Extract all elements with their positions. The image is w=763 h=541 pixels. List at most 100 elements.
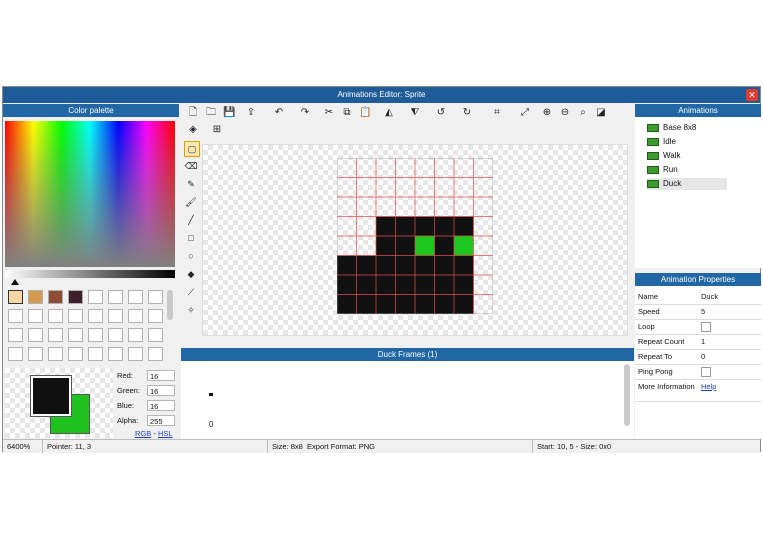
- black-pixel[interactable]: [395, 275, 416, 295]
- black-pixel[interactable]: [376, 275, 396, 295]
- black-pixel[interactable]: [376, 216, 396, 237]
- frame-thumbnail[interactable]: [209, 393, 213, 396]
- palette-swatch[interactable]: [48, 309, 63, 323]
- green-pixel[interactable]: [415, 236, 435, 256]
- palette-swatch[interactable]: [68, 290, 83, 304]
- eraser-tool-icon[interactable]: ⌫: [184, 159, 198, 173]
- slider-marker-icon[interactable]: [11, 279, 19, 285]
- palette-swatch[interactable]: [128, 309, 143, 323]
- palette-swatch[interactable]: [108, 309, 123, 323]
- palette-swatch[interactable]: [108, 347, 123, 361]
- hsl-link[interactable]: HSL: [158, 429, 173, 438]
- zoom-actual-icon[interactable]: ◪: [595, 107, 607, 119]
- green-input[interactable]: 16: [147, 385, 175, 396]
- sprite-pixel-grid[interactable]: [337, 158, 493, 314]
- ellipse-tool-icon[interactable]: ○: [184, 249, 198, 263]
- property-checkbox[interactable]: [701, 367, 711, 377]
- grid-icon[interactable]: ⊞: [211, 124, 223, 136]
- black-pixel[interactable]: [337, 294, 357, 315]
- green-pixel[interactable]: [454, 236, 474, 256]
- black-pixel[interactable]: [415, 255, 435, 276]
- zoom-in-icon[interactable]: ⊕: [541, 107, 553, 119]
- palette-swatch[interactable]: [28, 290, 43, 304]
- palette-swatch[interactable]: [28, 309, 43, 323]
- save-icon[interactable]: 💾: [223, 107, 235, 119]
- black-pixel[interactable]: [356, 294, 377, 315]
- palette-swatch[interactable]: [148, 309, 163, 323]
- animation-item[interactable]: Run: [647, 164, 678, 176]
- crop-icon[interactable]: ⌗: [491, 107, 503, 119]
- palette-swatch[interactable]: [128, 347, 143, 361]
- black-pixel[interactable]: [395, 216, 416, 237]
- black-pixel[interactable]: [376, 236, 396, 256]
- new-file-icon[interactable]: 🗋: [187, 107, 199, 119]
- black-pixel[interactable]: [356, 275, 377, 295]
- help-link[interactable]: Help: [701, 382, 716, 391]
- brush-tool-icon[interactable]: 🖌: [184, 195, 198, 209]
- zoom-out-icon[interactable]: ⊖: [559, 107, 571, 119]
- black-pixel[interactable]: [434, 294, 455, 315]
- brightness-slider[interactable]: [5, 270, 175, 278]
- paste-icon[interactable]: 📋: [359, 107, 371, 119]
- property-value[interactable]: 5: [701, 307, 705, 316]
- eyedropper-tool-icon[interactable]: ⟋: [184, 285, 198, 299]
- animation-item[interactable]: Walk: [647, 150, 680, 162]
- resize-icon[interactable]: ⤢: [519, 107, 531, 119]
- black-pixel[interactable]: [415, 275, 435, 295]
- black-pixel[interactable]: [337, 255, 357, 276]
- property-value[interactable]: Duck: [701, 292, 718, 301]
- black-pixel[interactable]: [434, 275, 455, 295]
- palette-swatch[interactable]: [8, 347, 23, 361]
- palette-swatch[interactable]: [88, 290, 103, 304]
- pencil-tool-icon[interactable]: ✎: [184, 177, 198, 191]
- copy-icon[interactable]: ⧉: [341, 107, 353, 119]
- black-pixel[interactable]: [434, 255, 455, 276]
- palette-swatch[interactable]: [48, 347, 63, 361]
- palette-swatch[interactable]: [148, 328, 163, 342]
- line-tool-icon[interactable]: ╱: [184, 213, 198, 227]
- redo-icon[interactable]: ↷: [299, 107, 311, 119]
- black-pixel[interactable]: [454, 275, 474, 295]
- palette-swatch[interactable]: [68, 328, 83, 342]
- swatch-scrollbar[interactable]: [167, 290, 173, 320]
- primary-color-box[interactable]: [30, 375, 72, 417]
- animation-item[interactable]: Duck: [647, 178, 727, 190]
- palette-swatch[interactable]: [148, 347, 163, 361]
- zoom-fit-icon[interactable]: ⌕: [577, 107, 589, 119]
- palette-swatch[interactable]: [108, 328, 123, 342]
- palette-swatch[interactable]: [48, 328, 63, 342]
- palette-swatch[interactable]: [8, 309, 23, 323]
- close-icon[interactable]: ✕: [746, 89, 758, 101]
- black-pixel[interactable]: [454, 216, 474, 237]
- animation-item[interactable]: Idle: [647, 136, 676, 148]
- frames-scrollbar[interactable]: [624, 364, 630, 426]
- rotate-right-icon[interactable]: ↻: [461, 107, 473, 119]
- black-pixel[interactable]: [376, 255, 396, 276]
- palette-swatch[interactable]: [128, 290, 143, 304]
- black-pixel[interactable]: [415, 216, 435, 237]
- black-pixel[interactable]: [395, 294, 416, 315]
- rectangle-tool-icon[interactable]: □: [184, 231, 198, 245]
- black-pixel[interactable]: [356, 255, 377, 276]
- palette-swatch[interactable]: [88, 347, 103, 361]
- palette-swatch[interactable]: [28, 347, 43, 361]
- palette-swatch[interactable]: [48, 290, 63, 304]
- palette-swatch[interactable]: [68, 309, 83, 323]
- black-pixel[interactable]: [434, 236, 455, 256]
- flip-vertical-icon[interactable]: ⧨: [409, 107, 421, 119]
- alpha-input[interactable]: 255: [147, 415, 175, 426]
- rgb-link[interactable]: RGB: [135, 429, 151, 438]
- palette-swatch[interactable]: [128, 328, 143, 342]
- palette-swatch[interactable]: [108, 290, 123, 304]
- rotate-left-icon[interactable]: ↺: [435, 107, 447, 119]
- palette-swatch[interactable]: [68, 347, 83, 361]
- property-checkbox[interactable]: [701, 322, 711, 332]
- palette-swatch[interactable]: [148, 290, 163, 304]
- undo-icon[interactable]: ↶: [273, 107, 285, 119]
- black-pixel[interactable]: [454, 255, 474, 276]
- black-pixel[interactable]: [395, 236, 416, 256]
- open-folder-icon[interactable]: 🗀: [205, 107, 217, 119]
- red-input[interactable]: 16: [147, 370, 175, 381]
- palette-swatch[interactable]: [88, 328, 103, 342]
- property-value[interactable]: 0: [701, 352, 705, 361]
